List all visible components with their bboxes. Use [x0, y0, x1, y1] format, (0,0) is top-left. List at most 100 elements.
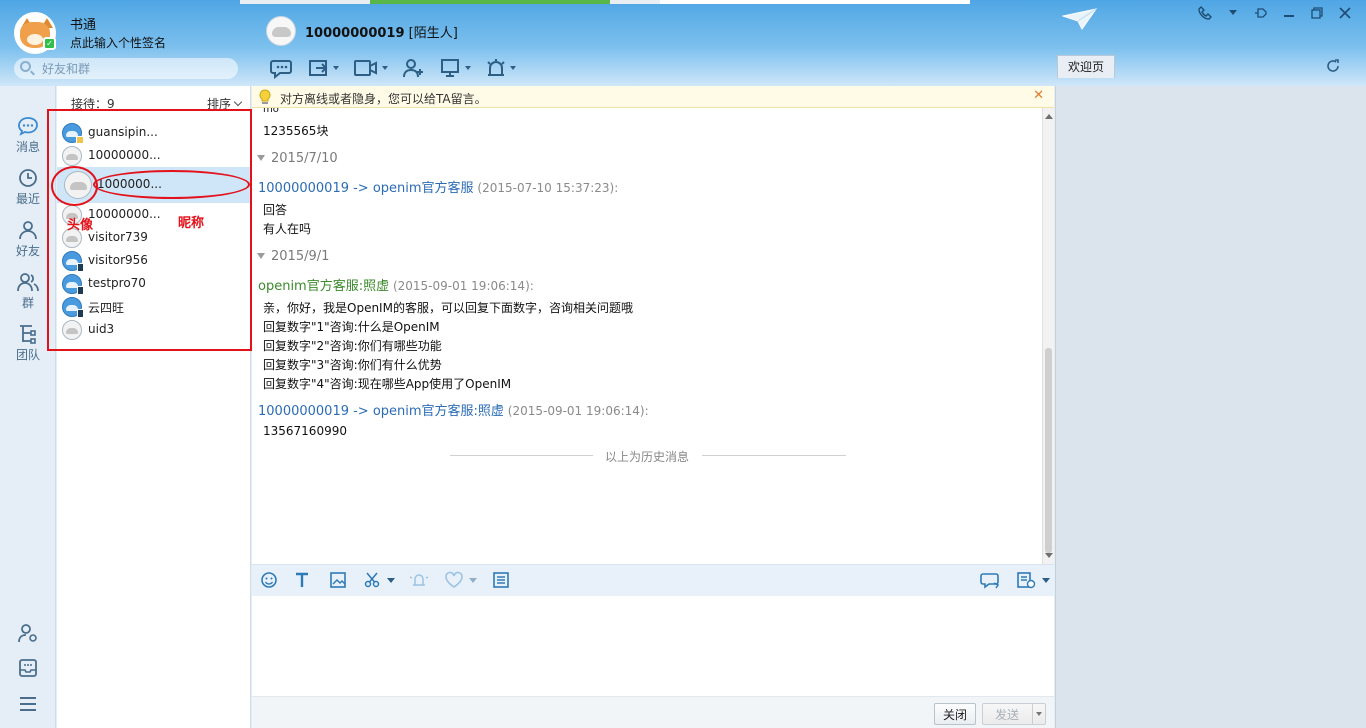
annotation-nickname-label: 昵称: [178, 216, 205, 231]
message-header: 10000000019 -> openim官方客服:照虚 (2015-09-01…: [258, 400, 649, 419]
annotation-nickname-circle: [93, 170, 250, 199]
chat-bubble-icon: [270, 60, 292, 79]
message-text: 回复数字"3"咨询:你们有什么优势: [263, 358, 442, 372]
message-icon: [18, 117, 38, 136]
message-scrollbar[interactable]: [1042, 108, 1054, 564]
scroll-thumb[interactable]: [1045, 348, 1052, 553]
inbox-icon: [19, 659, 37, 677]
file-transfer-icon: [309, 60, 328, 76]
caret-down-icon[interactable]: [387, 578, 395, 584]
rail-contact-settings[interactable]: [0, 623, 56, 645]
message-text: 有人在吗: [263, 222, 312, 236]
online-status-icon[interactable]: ✓: [43, 37, 56, 50]
video-call-button[interactable]: [353, 56, 388, 80]
heart-icon[interactable]: [444, 571, 464, 589]
date-separator[interactable]: 2015/7/10: [257, 151, 338, 166]
close-icon: [1339, 7, 1351, 19]
message-text: 亲，你好，我是OpenIM的客服，可以回复下面数字，咨询相关问题哦: [263, 301, 633, 315]
message-sender: 10000000019 -> openim官方客服:照虚: [258, 404, 504, 419]
paper-plane-icon: [1062, 8, 1098, 30]
group-icon: [17, 273, 39, 292]
alarm-button[interactable]: [485, 56, 516, 80]
video-camera-icon: [354, 60, 377, 76]
caret-down-icon: [1229, 10, 1237, 15]
caret-down-icon[interactable]: [1042, 578, 1050, 584]
restore-icon: [1311, 7, 1323, 19]
scroll-up-icon[interactable]: [1045, 114, 1053, 119]
search-box[interactable]: [14, 58, 238, 79]
message-timestamp: (2015-07-10 15:37:23):: [477, 181, 619, 195]
message-timestamp: (2015-09-01 19:06:14):: [392, 279, 534, 293]
send-bar: 关闭 发送: [252, 696, 1054, 728]
rail-inbox[interactable]: [0, 658, 56, 680]
message-text: mo: [263, 108, 279, 115]
history-label: 以上为历史消息: [605, 450, 690, 464]
signature-field[interactable]: 点此输入个性签名: [70, 34, 166, 51]
alarm-icon: [487, 59, 505, 76]
pin-icon: [1255, 8, 1267, 18]
close-button[interactable]: 关闭: [934, 703, 976, 725]
message-text: 回复数字"4"咨询:现在哪些App使用了OpenIM: [263, 377, 512, 391]
person-settings-icon: [18, 624, 37, 643]
chat-contact-tag: [陌生人]: [408, 26, 458, 41]
person-icon: [19, 221, 37, 240]
history-divider: [702, 455, 846, 456]
add-person-icon: [403, 59, 423, 78]
annotation-avatar-circle: [51, 166, 98, 206]
keyboard-icon[interactable]: [492, 571, 510, 589]
scroll-down-icon[interactable]: [1045, 553, 1053, 558]
welcome-panel: [1055, 86, 1366, 728]
minimize-button[interactable]: [1278, 4, 1300, 22]
chat-contact-avatar[interactable]: [266, 16, 296, 46]
tab-welcome[interactable]: 欢迎页: [1057, 55, 1115, 78]
rail-menu[interactable]: [0, 694, 56, 716]
refresh-icon[interactable]: [1326, 59, 1340, 73]
close-window-button[interactable]: [1334, 4, 1356, 22]
annotation-avatar-label: 头像: [67, 218, 94, 233]
minimize-icon: [1284, 15, 1294, 17]
message-header: openim官方客服:照虚 (2015-09-01 19:06:14):: [258, 275, 534, 294]
menu-icon: [20, 697, 36, 711]
message-sender: 10000000019 -> openim官方客服: [258, 181, 474, 196]
chat-contact-name: 10000000019: [305, 26, 405, 41]
message-text: 回复数字"2"咨询:你们有哪些功能: [263, 339, 442, 353]
phone-menu-caret[interactable]: [1222, 4, 1244, 22]
restore-button[interactable]: [1306, 4, 1328, 22]
message-text: 1235565块: [263, 124, 329, 138]
title-bar: ✓ 书通 点此输入个性签名 10000000019 [陌生人]: [0, 0, 1366, 86]
screen-share-icon: [441, 59, 459, 77]
chat-title: 10000000019 [陌生人]: [305, 22, 458, 41]
message-header: 10000000019 -> openim官方客服 (2015-07-10 15…: [258, 177, 618, 196]
scissors-icon[interactable]: [363, 571, 381, 589]
chat-history-icon[interactable]: [1016, 571, 1036, 589]
message-text: 回复数字"1"咨询:什么是OpenIM: [263, 320, 440, 334]
phone-button[interactable]: [1194, 4, 1216, 22]
pin-button[interactable]: [1250, 4, 1272, 22]
chat-area: 对方离线或者隐身，您可以给TA留言。 ✕ mo 1235565块 2015/7/…: [252, 86, 1054, 728]
search-icon: [20, 61, 31, 72]
message-text: 回答: [263, 203, 288, 217]
font-icon[interactable]: [293, 571, 311, 589]
editor-toolbar: [252, 564, 1054, 596]
message-input[interactable]: [252, 596, 1054, 696]
shake-icon[interactable]: [409, 571, 429, 589]
quick-reply-icon[interactable]: [980, 571, 1002, 589]
message-list: mo 1235565块 2015/7/10 10000000019 -> ope…: [252, 108, 1046, 564]
search-input[interactable]: [42, 60, 232, 77]
send-options-caret[interactable]: [1032, 704, 1045, 724]
clock-icon: [19, 169, 37, 187]
close-notice-icon[interactable]: ✕: [1033, 88, 1044, 103]
screen-share-button[interactable]: [440, 56, 471, 80]
message-sender: openim官方客服:照虚: [258, 279, 390, 294]
image-icon[interactable]: [329, 571, 347, 589]
add-friend-button[interactable]: [402, 56, 426, 80]
file-transfer-button[interactable]: [308, 56, 339, 80]
date-separator[interactable]: 2015/9/1: [257, 249, 329, 264]
emoji-icon[interactable]: [260, 571, 278, 589]
notice-text: 对方离线或者隐身，您可以给TA留言。: [280, 92, 487, 106]
caret-down-icon[interactable]: [469, 578, 477, 584]
app-name: 书通: [70, 18, 97, 33]
offline-notice: 对方离线或者隐身，您可以给TA留言。 ✕: [252, 86, 1054, 108]
chat-bubble-button[interactable]: [270, 56, 294, 80]
message-text: 13567160990: [263, 424, 347, 438]
